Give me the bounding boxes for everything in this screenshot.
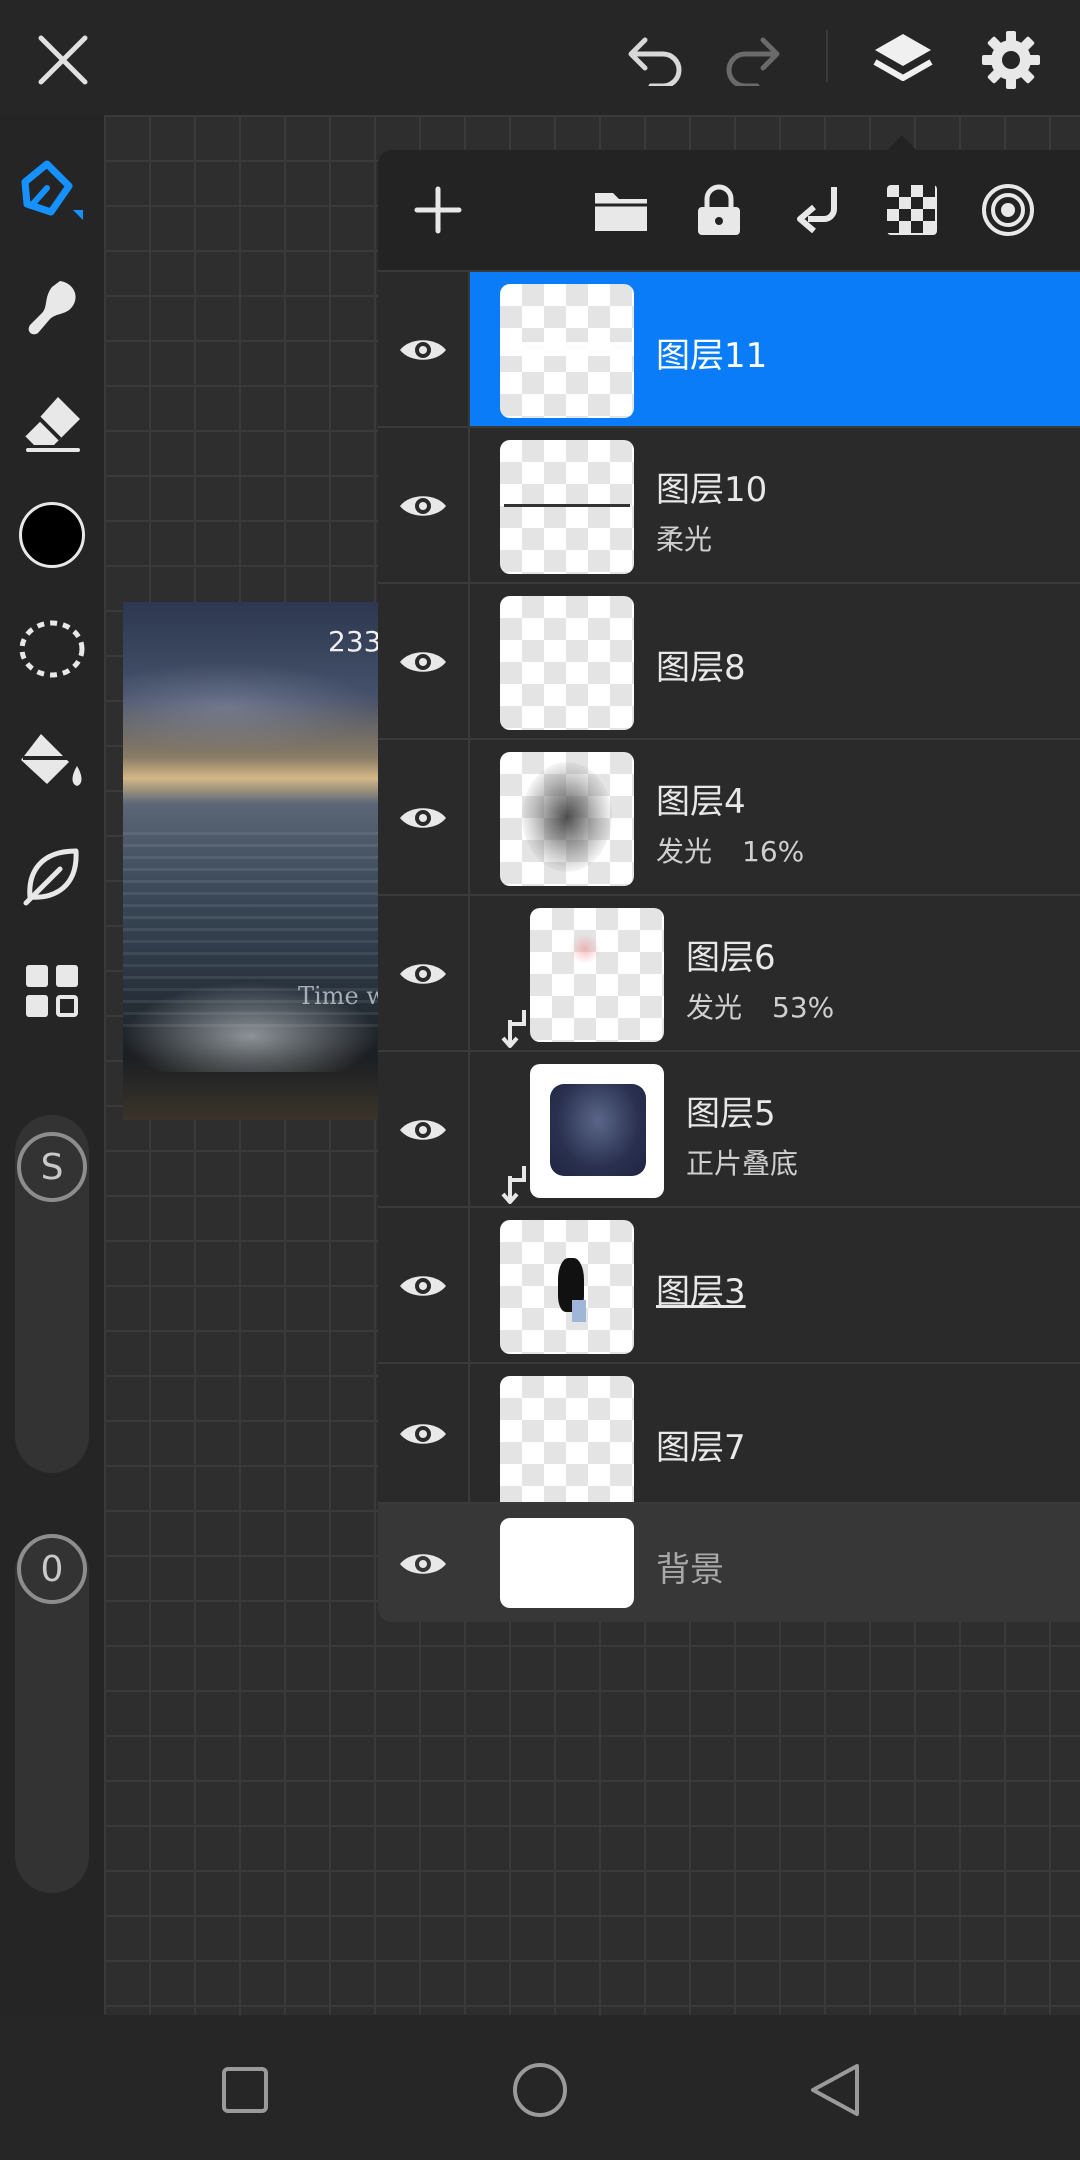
lock-icon[interactable]	[679, 170, 759, 250]
layer-thumbnail	[500, 596, 634, 730]
layer-thumbnail	[500, 752, 634, 886]
layer-thumbnail	[530, 908, 664, 1042]
layer-row-3[interactable]: 图层3	[378, 1206, 1080, 1364]
panel-pointer	[887, 135, 917, 151]
close-icon[interactable]	[18, 15, 108, 105]
layer-name: 图层8	[656, 648, 746, 688]
add-layer-icon[interactable]	[398, 170, 478, 250]
layer-name: 图层4	[656, 782, 746, 822]
recents-icon[interactable]	[195, 2040, 295, 2140]
visibility-eye-icon[interactable]	[378, 428, 468, 584]
layer-name: 图层11	[656, 336, 768, 376]
opacity-knob[interactable]: 0	[17, 1534, 87, 1604]
undo-icon[interactable]	[610, 15, 700, 105]
layer-opacity: 16%	[742, 835, 805, 868]
layer-thumbnail	[500, 440, 634, 574]
folder-icon[interactable]	[581, 170, 661, 250]
layer-row-5[interactable]: 图层5 正片叠底	[378, 1050, 1080, 1208]
artwork-text: 233号 4070	[328, 625, 378, 658]
visibility-eye-icon[interactable]	[378, 740, 468, 896]
fill-icon[interactable]	[12, 723, 92, 803]
settings-icon[interactable]	[966, 15, 1056, 105]
layer-thumbnail	[500, 284, 634, 418]
eraser-icon[interactable]	[12, 383, 92, 463]
layers-panel: 图层11 图层10 柔光 图层8 图层4 发光 16% 图层6 发光 53% 图…	[378, 150, 1080, 1622]
layer-name: 图层6	[686, 938, 776, 978]
redo-icon[interactable]	[708, 15, 798, 105]
layer-opacity: 53%	[772, 991, 835, 1024]
tool-sidebar: S 0	[0, 115, 104, 2015]
layer-thumbnail	[500, 1376, 634, 1504]
layer-row-10[interactable]: 图层10 柔光	[378, 426, 1080, 584]
visibility-eye-icon[interactable]	[378, 584, 468, 740]
back-icon[interactable]	[785, 2040, 885, 2140]
visibility-eye-icon[interactable]	[378, 1504, 468, 1622]
color-swatch[interactable]	[12, 495, 92, 575]
top-bar	[0, 0, 1080, 115]
layer-thumbnail	[500, 1518, 634, 1608]
layer-name: 图层3	[656, 1272, 746, 1312]
home-icon[interactable]	[490, 2040, 590, 2140]
layer-row-7[interactable]: 图层7	[378, 1362, 1080, 1504]
target-icon[interactable]	[968, 170, 1048, 250]
layer-name: 图层5	[686, 1094, 776, 1134]
visibility-eye-icon[interactable]	[378, 1208, 468, 1364]
layers-icon[interactable]	[858, 15, 948, 105]
blend-mode: 柔光	[656, 523, 713, 556]
blend-mode: 发光 16%	[656, 835, 805, 868]
layer-row-background[interactable]: 背景	[378, 1502, 1080, 1622]
leaf-icon[interactable]	[12, 837, 92, 917]
layer-row-8[interactable]: 图层8	[378, 582, 1080, 740]
artwork-image: 233号 4070 Time will not d	[123, 602, 378, 1120]
layer-name: 背景	[656, 1550, 724, 1590]
artwork-caption: Time will not d	[298, 982, 378, 1010]
smudge-icon[interactable]	[12, 267, 92, 347]
clip-icon[interactable]	[777, 170, 857, 250]
transparency-icon[interactable]	[872, 170, 952, 250]
layer-row-4[interactable]: 图层4 发光 16%	[378, 738, 1080, 896]
layer-name: 图层10	[656, 470, 768, 510]
layer-row-6[interactable]: 图层6 发光 53%	[378, 894, 1080, 1052]
layer-thumbnail	[500, 1220, 634, 1354]
grid-icon[interactable]	[12, 951, 92, 1031]
visibility-eye-icon[interactable]	[378, 1364, 468, 1504]
visibility-eye-icon[interactable]	[378, 272, 468, 428]
blend-mode: 正片叠底	[686, 1147, 799, 1180]
lasso-icon[interactable]	[12, 609, 92, 689]
toolbar-divider	[826, 30, 828, 82]
brush-icon[interactable]	[12, 153, 92, 233]
layers-panel-header	[378, 150, 1080, 270]
system-nav-bar	[0, 2015, 1080, 2160]
layer-row-11[interactable]: 图层11	[378, 270, 1080, 428]
visibility-eye-icon[interactable]	[378, 896, 468, 1052]
blend-mode: 发光 53%	[686, 991, 835, 1024]
layer-name: 图层7	[656, 1428, 746, 1468]
brush-size-knob[interactable]: S	[17, 1132, 87, 1202]
visibility-eye-icon[interactable]	[378, 1052, 468, 1208]
layer-thumbnail	[530, 1064, 664, 1198]
